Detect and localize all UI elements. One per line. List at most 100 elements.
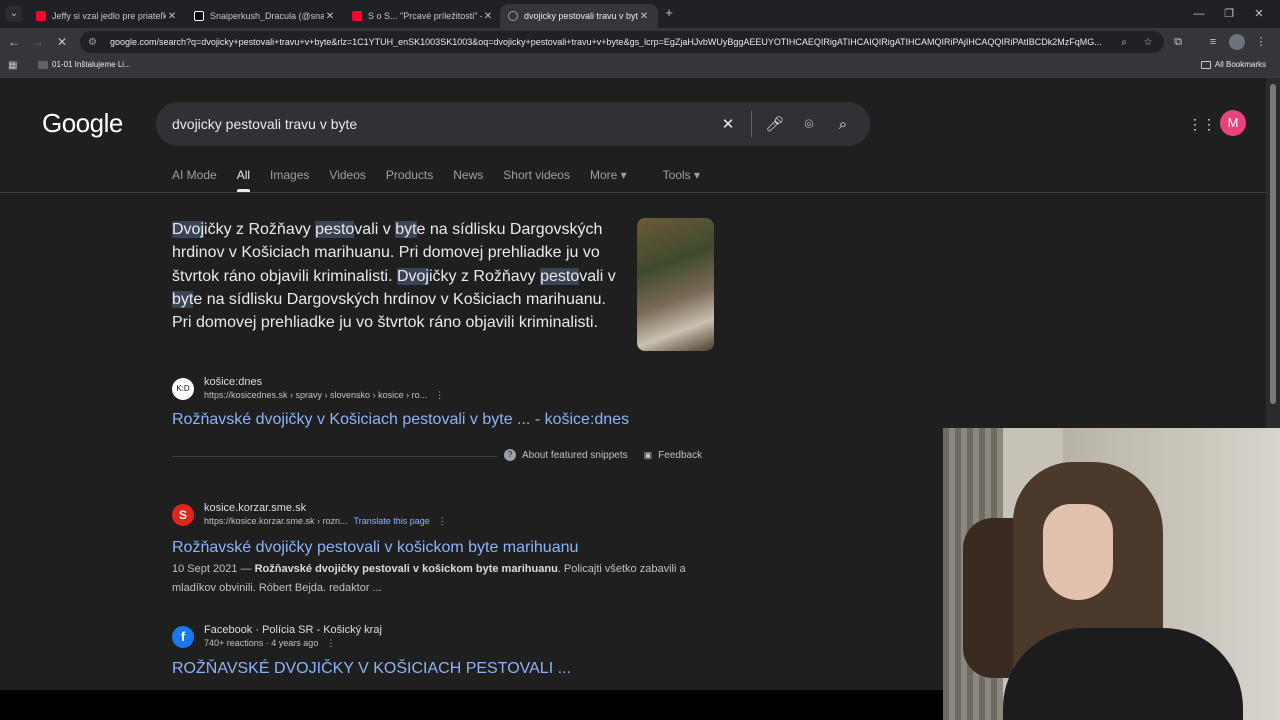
more-options-icon[interactable]: ⋮: [438, 516, 447, 526]
media-controls-icon[interactable]: ≡: [1205, 34, 1221, 50]
help-icon: ?: [504, 449, 516, 461]
google-logo[interactable]: Google: [42, 108, 123, 139]
tab-title: Jeffy si vzal jedlo pre priateľku a: [52, 11, 166, 21]
site-info-icon[interactable]: ⚙: [88, 37, 100, 48]
result-bold-text: Rožňavské dvojičky pestovali v košickom …: [254, 563, 558, 575]
result-source[interactable]: f Facebook · Polícia SR - Košický kraj 7…: [172, 624, 382, 649]
webcam-person-face: [1043, 504, 1113, 600]
tab-ai-mode[interactable]: AI Mode: [172, 168, 217, 192]
bookmarks-bar: ▦ 01-01 Inštalujeme Li... All Bookmarks: [0, 56, 1280, 78]
sme-favicon-icon: S: [172, 504, 194, 526]
facebook-favicon-icon: f: [172, 626, 194, 648]
snippet-highlight: pesto: [540, 267, 580, 285]
back-icon[interactable]: ←: [6, 34, 22, 50]
snippet-text: vali v: [579, 267, 616, 285]
forward-icon[interactable]: →: [30, 34, 46, 50]
snippet-footer: ? About featured snippets ▣ Feedback: [504, 449, 702, 461]
snippet-highlight: Dvoj: [172, 221, 205, 238]
search-tabs: AI Mode All Images Videos Products News …: [172, 168, 720, 192]
more-options-icon[interactable]: ⋮: [326, 638, 335, 648]
translate-link[interactable]: Translate this page: [354, 516, 430, 526]
result-link[interactable]: ROŽŇAVSKÉ DVOJIČKY V KOŠICIACH PESTOVALI…: [172, 660, 571, 678]
tab-all[interactable]: All: [236, 168, 251, 192]
kosicednes-favicon-icon: K:D: [172, 378, 194, 400]
avatar[interactable]: M: [1220, 110, 1246, 136]
snippet-text: e na sídlisku Dargovských hrdinov v Koši…: [172, 290, 606, 332]
browser-tab[interactable]: S o S... "Prcavé príležitosti" - Yo ✕: [344, 4, 502, 28]
tab-products[interactable]: Products: [386, 168, 433, 192]
youtube-icon: [36, 11, 46, 21]
tab-images[interactable]: Images: [270, 168, 309, 192]
microphone-icon[interactable]: 🎤︎: [764, 115, 786, 133]
snippet-thumbnail[interactable]: [637, 218, 714, 351]
close-tab-icon[interactable]: ✕: [166, 11, 178, 22]
bookmark-item[interactable]: 01-01 Inštalujeme Li...: [38, 60, 131, 69]
zoom-icon[interactable]: ⌕: [1116, 37, 1132, 48]
restore-icon[interactable]: ❐: [1221, 6, 1237, 22]
all-bookmarks-label: All Bookmarks: [1214, 60, 1266, 69]
profile-icon[interactable]: [1229, 34, 1245, 50]
source-url: https://kosicednes.sk › spravy › slovens…: [204, 390, 428, 400]
result-date: 10 Sept 2021 —: [172, 563, 255, 575]
feedback-link[interactable]: Feedback: [658, 450, 702, 461]
header-divider: [0, 192, 1266, 193]
close-window-icon[interactable]: ✕: [1251, 6, 1267, 22]
youtube-icon: [352, 11, 362, 21]
clear-icon[interactable]: ✕: [717, 115, 739, 133]
close-tab-icon[interactable]: ✕: [324, 11, 336, 22]
snippet-highlight: Dvoj: [396, 267, 429, 285]
url-text[interactable]: google.com/search?q=dvojicky+pestovali+t…: [110, 37, 1108, 47]
result-source[interactable]: S kosice.korzar.sme.sk https://kosice.ko…: [172, 502, 447, 527]
address-bar[interactable]: ⚙ google.com/search?q=dvojicky+pestovali…: [80, 31, 1164, 53]
search-icon[interactable]: ⌕: [832, 116, 854, 133]
webcam-person-body: [1003, 628, 1243, 720]
apps-icon[interactable]: ▦: [8, 60, 20, 72]
result-description: 10 Sept 2021 — Rožňavské dvojičky pestov…: [172, 560, 712, 598]
loading-icon: [508, 11, 518, 21]
snippet-result-link[interactable]: Rožňavské dvojičky v Košiciach pestovali…: [172, 411, 629, 429]
tab-news[interactable]: News: [453, 168, 483, 192]
browser-menu-icon[interactable]: ⋮: [1253, 34, 1269, 50]
close-tab-icon[interactable]: ✕: [482, 11, 494, 22]
featured-snippet-text: Dvojičky z Rožňavy pestovali v byte na s…: [172, 218, 624, 334]
browser-toolbar: ← → ✕ ⚙ google.com/search?q=dvojicky+pes…: [0, 28, 1280, 56]
tab-search-icon[interactable]: ⌄: [6, 6, 22, 22]
feedback-icon: ▣: [643, 449, 653, 460]
search-input[interactable]: dvojicky pestovali travu v byte: [172, 116, 705, 132]
google-apps-icon[interactable]: ⋮⋮⋮: [1188, 116, 1230, 132]
snippet-text: ičky z Rožňavy: [204, 221, 316, 238]
snippet-highlight: pesto: [315, 221, 355, 238]
browser-tab[interactable]: Snaiperkush_Dracula (@snaiper ✕: [186, 4, 344, 28]
lens-camera-icon[interactable]: ⌾: [798, 116, 820, 133]
search-box[interactable]: dvojicky pestovali travu v byte ✕ 🎤︎ ⌾ ⌕: [156, 102, 870, 146]
source-name: košice:dnes: [204, 376, 263, 388]
all-bookmarks[interactable]: All Bookmarks: [1200, 60, 1266, 69]
source-url: https://kosice.korzar.sme.sk › rozn...: [204, 516, 348, 526]
source-name: Facebook · Polícia SR - Košický kraj: [204, 624, 382, 636]
bookmark-star-icon[interactable]: ☆: [1140, 37, 1156, 48]
browser-tab[interactable]: Jeffy si vzal jedlo pre priateľku a ✕: [28, 4, 186, 28]
stop-icon[interactable]: ✕: [54, 34, 70, 50]
tab-short-videos[interactable]: Short videos: [503, 168, 570, 192]
close-tab-icon[interactable]: ✕: [638, 11, 650, 22]
snippet-source[interactable]: K:D košice:dnes https://kosicednes.sk › …: [172, 376, 444, 401]
browser-tabstrip: ⌄ Jeffy si vzal jedlo pre priateľku a ✕ …: [0, 0, 1280, 28]
minimize-icon[interactable]: —: [1191, 6, 1207, 22]
result-link[interactable]: Rožňavské dvojičky pestovali v košickom …: [172, 539, 578, 557]
tab-more[interactable]: More ▾: [590, 168, 627, 192]
about-snippets-link[interactable]: About featured snippets: [522, 450, 628, 461]
divider: [751, 111, 752, 137]
source-name: kosice.korzar.sme.sk: [204, 502, 307, 514]
more-options-icon[interactable]: ⋮: [435, 390, 444, 400]
snippet-divider: [172, 456, 497, 457]
new-tab-icon[interactable]: +: [662, 6, 676, 20]
snippet-text: ičky z Rožňavy: [428, 267, 541, 285]
tab-tools[interactable]: Tools ▾: [663, 168, 700, 192]
bookmark-label: 01-01 Inštalujeme Li...: [52, 60, 131, 69]
browser-tab-active[interactable]: dvojicky pestovali travu v byte ✕: [500, 4, 658, 28]
folder-icon: [1200, 60, 1211, 69]
tab-videos[interactable]: Videos: [329, 168, 365, 192]
tab-title: Snaiperkush_Dracula (@snaiper: [210, 11, 324, 21]
scrollbar-thumb[interactable]: [1270, 84, 1276, 404]
extensions-icon[interactable]: ⧉: [1170, 34, 1186, 50]
